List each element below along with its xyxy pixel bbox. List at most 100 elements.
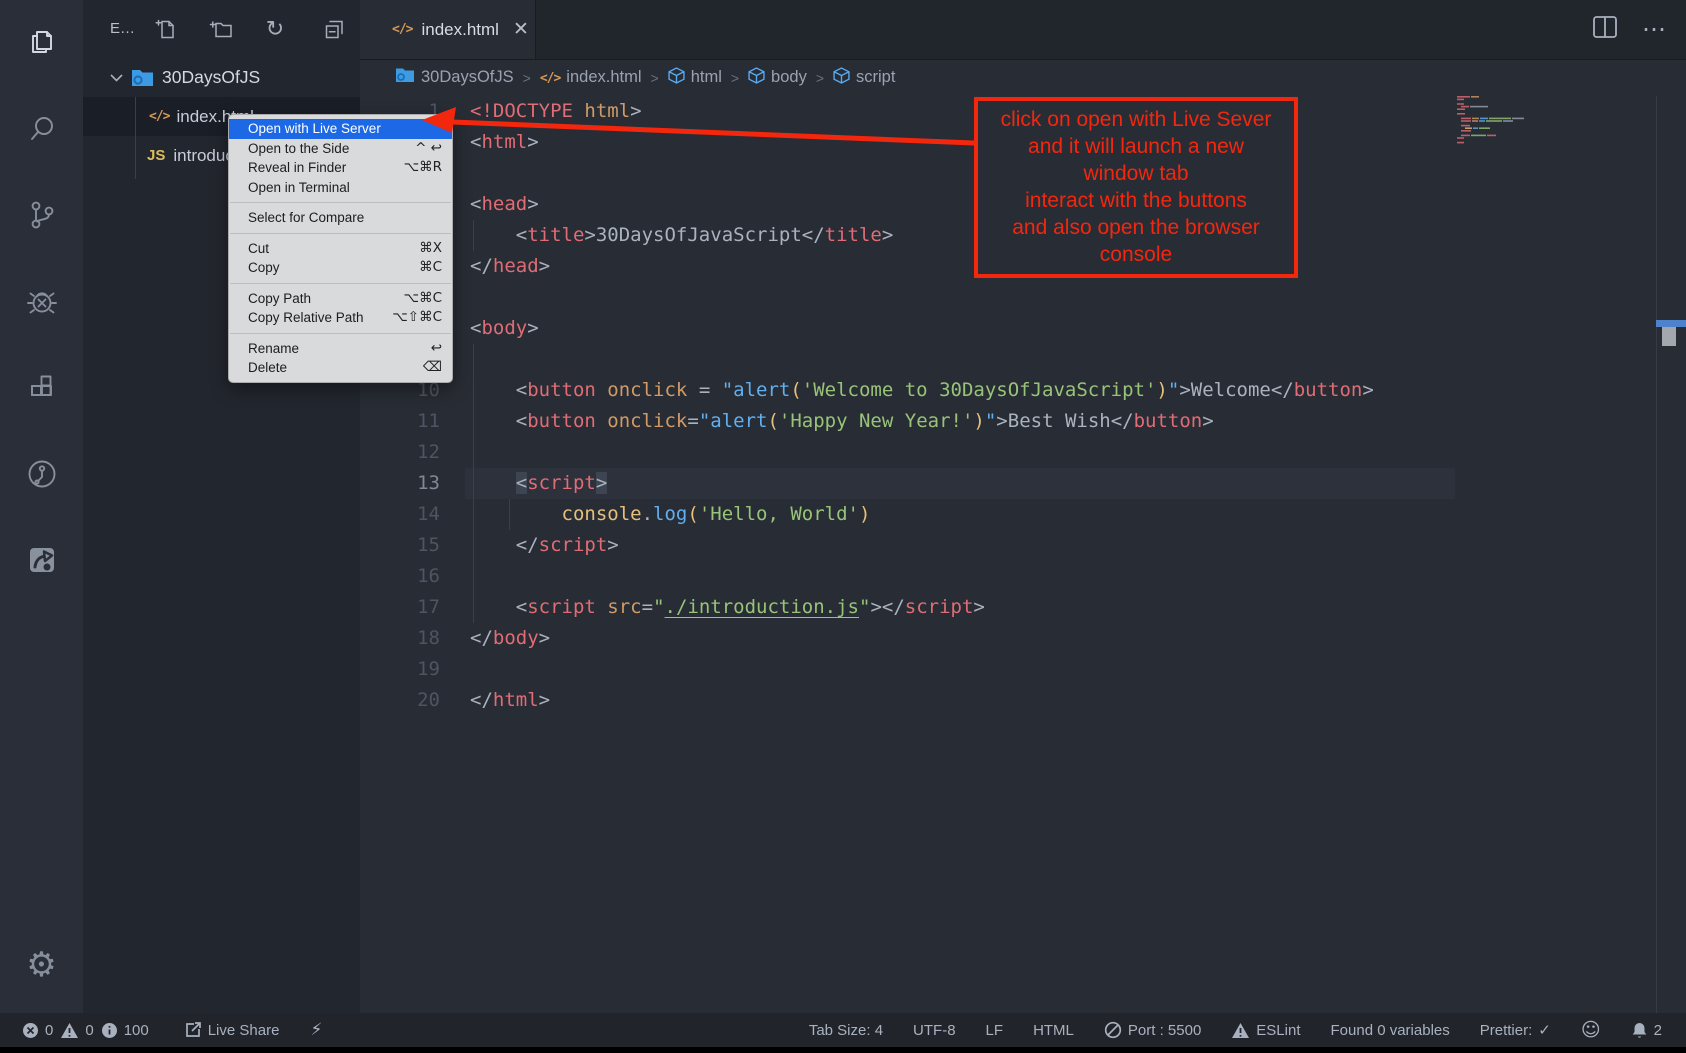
code-line-16: [470, 561, 1374, 592]
line-number: 14: [360, 499, 440, 530]
activity-bar: ⚙: [0, 0, 84, 1013]
context-menu-item-rename[interactable]: Rename↩: [229, 339, 452, 359]
context-menu-item-select-for-compare[interactable]: Select for Compare: [229, 208, 452, 228]
code-line-9: [470, 344, 1374, 375]
collapse-all-icon[interactable]: [319, 14, 349, 44]
code-line-17: <script src="./introduction.js"></script…: [470, 592, 1374, 623]
menu-separator: [230, 283, 451, 284]
tab-size-indicator[interactable]: Tab Size: 4: [809, 1022, 883, 1039]
breadcrumb-item-script[interactable]: script: [833, 67, 895, 89]
breadcrumb-separator: >: [651, 70, 659, 86]
tree-indent-guide: [135, 97, 136, 179]
tab-index-html[interactable]: </> index.html ✕: [360, 0, 536, 59]
context-menu-item-open-to-the-side[interactable]: Open to the Side^ ↩: [229, 139, 452, 159]
new-file-icon[interactable]: [150, 14, 180, 44]
code-line-13: <script>: [470, 468, 1374, 499]
line-number: 16: [360, 561, 440, 592]
language-indicator[interactable]: HTML: [1033, 1022, 1074, 1039]
explorer-icon[interactable]: [0, 11, 83, 75]
share-icon: [184, 1021, 202, 1039]
breadcrumb-separator: >: [523, 70, 531, 86]
line-number: 20: [360, 685, 440, 716]
encoding-indicator[interactable]: UTF-8: [913, 1022, 956, 1039]
info-icon: [101, 1022, 118, 1039]
code-line-20: </html>: [470, 685, 1374, 716]
line-number: 13: [360, 468, 440, 499]
folder-name: 30DaysOfJS: [162, 67, 260, 88]
line-number: 17: [360, 592, 440, 623]
code-line-8: <body>: [470, 313, 1374, 344]
menu-separator: [230, 202, 451, 203]
html-file-icon: </>: [149, 109, 169, 124]
lightning-icon[interactable]: ⚡: [310, 1020, 322, 1040]
prettier-status[interactable]: Prettier:✓: [1480, 1021, 1551, 1039]
annotation-box: click on open with Live Sever and it wil…: [974, 97, 1298, 278]
run-debug-icon[interactable]: [0, 270, 83, 334]
warning-icon: [60, 1022, 79, 1039]
window-bottom-edge: [0, 1047, 1686, 1053]
cube-icon: [668, 67, 685, 89]
settings-gear-icon[interactable]: ⚙: [0, 933, 83, 997]
circle-slash-icon: [1104, 1021, 1122, 1039]
extensions-icon[interactable]: [0, 356, 83, 420]
html-file-icon: </>: [392, 22, 412, 37]
folder-icon: [131, 68, 154, 87]
cube-icon: [748, 67, 765, 89]
context-menu-item-open-in-terminal[interactable]: Open in Terminal: [229, 178, 452, 198]
problems-warnings[interactable]: 0: [60, 1022, 93, 1039]
context-menu-item-open-with-live-server[interactable]: Open with Live Server: [229, 119, 452, 139]
line-number: 12: [360, 437, 440, 468]
context-menu-item-copy-relative-path[interactable]: Copy Relative Path⌥⇧⌘C: [229, 308, 452, 328]
bell-icon: [1631, 1021, 1648, 1039]
more-actions-icon[interactable]: ⋯: [1642, 15, 1668, 44]
refresh-icon[interactable]: ↻: [260, 14, 290, 44]
close-tab-icon[interactable]: ✕: [513, 18, 529, 41]
scrollbar-thumb[interactable]: [1662, 327, 1676, 346]
split-editor-icon[interactable]: [1592, 15, 1618, 44]
breadcrumb-separator: >: [816, 70, 824, 86]
overview-ruler-border: [1656, 96, 1657, 1013]
minimap[interactable]: [1455, 94, 1547, 155]
session-circle-icon[interactable]: [0, 442, 83, 506]
live-share-status[interactable]: Live Share: [184, 1021, 280, 1039]
tab-bar: </> index.html ✕ ⋯: [360, 0, 1686, 60]
status-bar: 0 0 100 Live Share ⚡ Tab Size: 4 UTF-8 L…: [0, 1013, 1686, 1047]
context-menu-item-delete[interactable]: Delete⌫: [229, 358, 452, 378]
line-number: 19: [360, 654, 440, 685]
context-menu: Open with Live ServerOpen to the Side^ ↩…: [228, 114, 453, 383]
code-icon: </>: [540, 68, 560, 87]
breadcrumb: 30DaysOfJS></>index.html>html>body>scrip…: [360, 59, 1686, 96]
live-share-ext-icon[interactable]: [0, 528, 83, 592]
context-menu-item-copy[interactable]: Copy⌘C: [229, 258, 452, 278]
variables-found[interactable]: Found 0 variables: [1331, 1022, 1450, 1039]
tab-title: index.html: [421, 20, 498, 40]
code-line-19: [470, 654, 1374, 685]
source-control-icon[interactable]: [0, 183, 83, 247]
context-menu-item-reveal-in-finder[interactable]: Reveal in Finder⌥⌘R: [229, 158, 452, 178]
code-line-10: <button onclick = "alert('Welcome to 30D…: [470, 375, 1374, 406]
breadcrumb-item-30DaysOfJS[interactable]: 30DaysOfJS: [395, 67, 514, 88]
new-folder-icon[interactable]: [206, 14, 236, 44]
search-icon[interactable]: [0, 97, 83, 161]
line-number: 11: [360, 406, 440, 437]
feedback-smiley-icon[interactable]: ☺: [1581, 1019, 1601, 1041]
warning-icon: [1231, 1022, 1250, 1039]
line-number: 15: [360, 530, 440, 561]
problems-errors[interactable]: 0: [22, 1022, 53, 1039]
breadcrumb-item-index.html[interactable]: </>index.html: [540, 68, 642, 87]
eslint-status[interactable]: ESLint: [1231, 1022, 1300, 1039]
tree-item-folder[interactable]: 30DaysOfJS: [83, 58, 360, 97]
menu-separator: [230, 333, 451, 334]
eol-indicator[interactable]: LF: [986, 1022, 1004, 1039]
context-menu-item-cut[interactable]: Cut⌘X: [229, 239, 452, 259]
code-line-15: </script>: [470, 530, 1374, 561]
js-file-icon: JS: [147, 147, 165, 164]
code-line-7: [470, 282, 1374, 313]
context-menu-item-copy-path[interactable]: Copy Path⌥⌘C: [229, 289, 452, 309]
notifications-bell[interactable]: 2: [1631, 1021, 1662, 1039]
breadcrumb-item-body[interactable]: body: [748, 67, 807, 89]
breadcrumb-item-html[interactable]: html: [668, 67, 722, 89]
error-icon: [22, 1022, 39, 1039]
problems-infos[interactable]: 100: [101, 1022, 149, 1039]
live-server-port[interactable]: Port : 5500: [1104, 1021, 1201, 1039]
